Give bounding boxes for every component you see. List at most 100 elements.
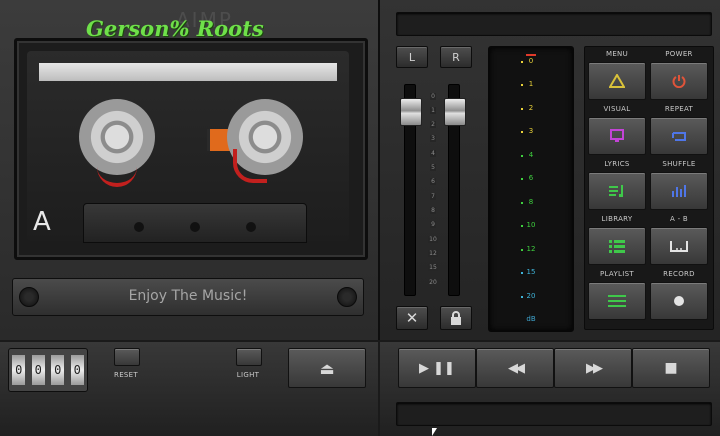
next-button[interactable]: ▶▶ xyxy=(554,348,632,388)
vu-scale-dot xyxy=(521,61,523,63)
lock-button[interactable] xyxy=(440,306,472,330)
record-button[interactable] xyxy=(650,282,708,320)
button-label-power: POWER xyxy=(665,50,693,58)
message-text: Enjoy The Music! xyxy=(128,288,248,304)
balance-right-label: R xyxy=(452,50,460,64)
slider-scale-tick: 8 xyxy=(430,206,436,214)
vu-scale-dot xyxy=(521,131,523,134)
balance-left-label: L xyxy=(408,50,416,64)
reset-button[interactable] xyxy=(114,348,140,366)
transport-bar: ▶ ❚❚ ◀◀ ▶▶ ■ xyxy=(380,342,720,436)
vu-scale-dot xyxy=(521,178,523,181)
cassette-window: A xyxy=(14,38,368,260)
slider-scale-tick: 7 xyxy=(430,192,436,200)
light-button[interactable] xyxy=(236,348,262,366)
monitor-icon xyxy=(609,129,625,143)
slider-scale-tick: 9 xyxy=(430,221,436,229)
counter-digit: 0 xyxy=(31,355,45,385)
slider-scale-tick: 6 xyxy=(430,178,436,186)
tape-counter: 0 0 0 0 xyxy=(8,348,88,392)
button-label-shuffle: SHUFFLE xyxy=(662,160,696,168)
lyrics-icon xyxy=(608,184,626,198)
button-label-repeat: REPEAT xyxy=(664,105,694,113)
slider-scale-tick: 1 xyxy=(430,106,436,114)
shuffle-icon xyxy=(670,184,688,198)
balance-right-button[interactable]: R xyxy=(440,46,472,68)
info-display-top xyxy=(396,12,712,36)
volume-slider-right-handle[interactable] xyxy=(444,98,466,126)
vu-scale-dot xyxy=(521,84,523,87)
library-button[interactable] xyxy=(588,227,646,265)
cassette-body: A xyxy=(27,51,349,243)
triangle-icon xyxy=(609,74,625,88)
track-title: Gerson% Roots xyxy=(86,16,264,41)
vu-scale-dot xyxy=(521,295,523,298)
vu-scale-dot xyxy=(521,248,523,251)
counter-digit: 0 xyxy=(12,355,26,385)
button-label-visual: VISUAL xyxy=(603,105,631,113)
cassette-bottom-slot xyxy=(83,203,307,243)
right-panel: L R 0 1 2 3 4 5 6 7 8 9 10 12 15 20 ✕ 0 1 2 3 4 6 8 10 12 15 20… xyxy=(380,0,720,340)
record-icon xyxy=(673,295,685,307)
light-label: LIGHT xyxy=(236,371,260,379)
slider-scale-tick: 5 xyxy=(430,164,436,172)
vu-meter: 0 1 2 3 4 6 8 10 12 15 20 dB xyxy=(488,46,574,332)
cassette-label-strip xyxy=(39,63,337,81)
stop-icon: ■ xyxy=(664,360,678,376)
button-label-library: LIBRARY xyxy=(601,215,633,223)
counter-digit: 0 xyxy=(51,355,65,385)
side-indicator: A xyxy=(33,207,51,237)
play-pause-icon: ▶ ❚❚ xyxy=(419,360,455,376)
eject-button[interactable]: ⏏ xyxy=(288,348,366,388)
cassette-deck: A AIMP Gerson% Roots Enjoy The Music! xyxy=(0,0,380,340)
counter-bar: 0 0 0 0 RESET LIGHT ⏏ xyxy=(0,342,378,436)
lyrics-button[interactable] xyxy=(588,172,646,210)
lock-icon xyxy=(451,311,461,325)
button-label-lyrics: LYRICS xyxy=(604,160,630,168)
slider-scale-tick: 0 xyxy=(430,92,436,100)
previous-icon: ◀◀ xyxy=(508,360,525,376)
vu-scale-dot xyxy=(521,107,523,110)
stop-button[interactable]: ■ xyxy=(632,348,710,388)
menu-button[interactable] xyxy=(588,62,646,100)
previous-button[interactable]: ◀◀ xyxy=(476,348,554,388)
shuffle-button[interactable] xyxy=(650,172,708,210)
reset-label: RESET xyxy=(114,371,138,379)
slider-scale: 0 1 2 3 4 5 6 7 8 9 10 12 15 20 xyxy=(422,92,444,286)
slider-scale-tick: 4 xyxy=(430,149,436,157)
next-icon: ▶▶ xyxy=(586,360,603,376)
slider-scale-tick: 15 xyxy=(428,264,438,272)
repeat-icon xyxy=(670,129,688,143)
left-reel-tape xyxy=(97,159,137,187)
function-button-grid: MENU POWER VISUAL REPEAT LYRICS SHUFFLE LIBRAR… xyxy=(584,46,714,330)
visual-button[interactable] xyxy=(588,117,646,155)
button-label-a-b: A - B xyxy=(669,215,689,223)
repeat-button[interactable] xyxy=(650,117,708,155)
play-pause-button[interactable]: ▶ ❚❚ xyxy=(398,348,476,388)
mouse-cursor-icon xyxy=(432,428,437,436)
playlist-icon xyxy=(607,294,627,308)
info-display-bottom xyxy=(396,402,712,426)
vu-scale-dot xyxy=(521,201,523,204)
slider-scale-tick: 3 xyxy=(430,135,436,143)
vu-scale-label: dB xyxy=(526,315,536,323)
counter-digit: 0 xyxy=(70,355,84,385)
volume-slider-left-handle[interactable] xyxy=(400,98,422,126)
button-label-playlist: PLAYLIST xyxy=(600,270,634,278)
balance-left-button[interactable]: L xyxy=(396,46,428,68)
power-button[interactable] xyxy=(650,62,708,100)
playlist-button[interactable] xyxy=(588,282,646,320)
vu-scale-dot xyxy=(521,272,523,275)
right-reel-tape xyxy=(233,149,267,183)
library-icon xyxy=(608,239,626,253)
button-label-menu: MENU xyxy=(605,50,629,58)
power-icon xyxy=(672,74,686,88)
close-icon: ✕ xyxy=(405,309,419,327)
vu-scale-dot xyxy=(521,154,523,157)
vu-scale-dot xyxy=(521,225,523,228)
button-label-record: RECORD xyxy=(663,270,695,278)
a-b-button[interactable] xyxy=(650,227,708,265)
slider-scale-tick: 12 xyxy=(428,249,438,257)
message-strip: Enjoy The Music! xyxy=(12,278,364,316)
close-button[interactable]: ✕ xyxy=(396,306,428,330)
